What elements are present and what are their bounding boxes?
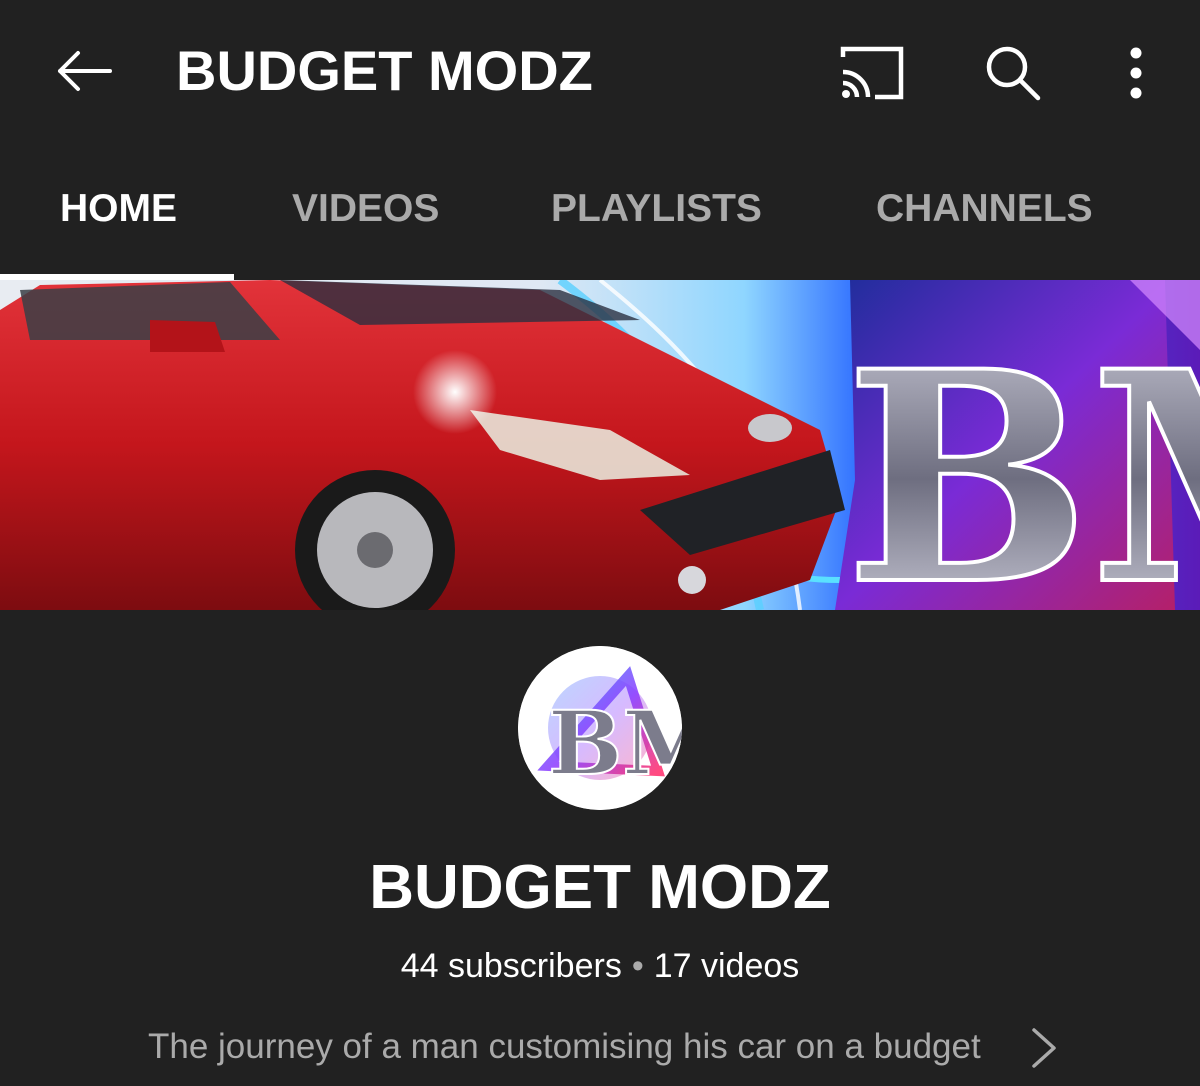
tab-videos[interactable]: VIDEOS: [292, 184, 439, 234]
video-count: 17 videos: [653, 947, 800, 985]
tab-channels[interactable]: CHANNELS: [876, 184, 1093, 234]
avatar-logo-text: BM: [548, 691, 682, 795]
avatar-logo: BM: [518, 646, 682, 810]
channel-banner: BM: [0, 280, 1200, 610]
back-button[interactable]: [50, 38, 116, 104]
search-button[interactable]: [978, 38, 1048, 108]
chevron-right-icon: [1032, 1028, 1056, 1068]
channel-description: The journey of a man customising his car…: [148, 1027, 981, 1066]
arrow-left-icon: [58, 51, 112, 91]
page-title: BUDGET MODZ: [176, 39, 593, 102]
more-options-button[interactable]: [1112, 38, 1160, 108]
banner-image: BM: [0, 280, 1200, 610]
tab-home[interactable]: HOME: [60, 184, 177, 234]
app-bar: BUDGET MODZ: [0, 0, 1200, 140]
banner-logo-text: BM: [845, 309, 1200, 610]
channel-tabs: HOME VIDEOS PLAYLISTS CHANNELS: [0, 140, 1200, 280]
channel-name: BUDGET MODZ: [369, 853, 831, 922]
search-icon: [986, 46, 1041, 101]
channel-description-link[interactable]: The journey of a man customising his car…: [0, 1022, 1200, 1072]
channel-stats: 44 subscribers • 17 videos: [0, 944, 1200, 988]
stats-separator: •: [631, 947, 644, 985]
subscriber-count: 44 subscribers: [400, 947, 622, 985]
avatar[interactable]: BM: [518, 646, 682, 810]
cast-button[interactable]: [834, 40, 910, 106]
tab-playlists[interactable]: PLAYLISTS: [551, 184, 762, 234]
cast-icon: [840, 46, 904, 100]
more-vertical-icon: [1130, 47, 1142, 99]
